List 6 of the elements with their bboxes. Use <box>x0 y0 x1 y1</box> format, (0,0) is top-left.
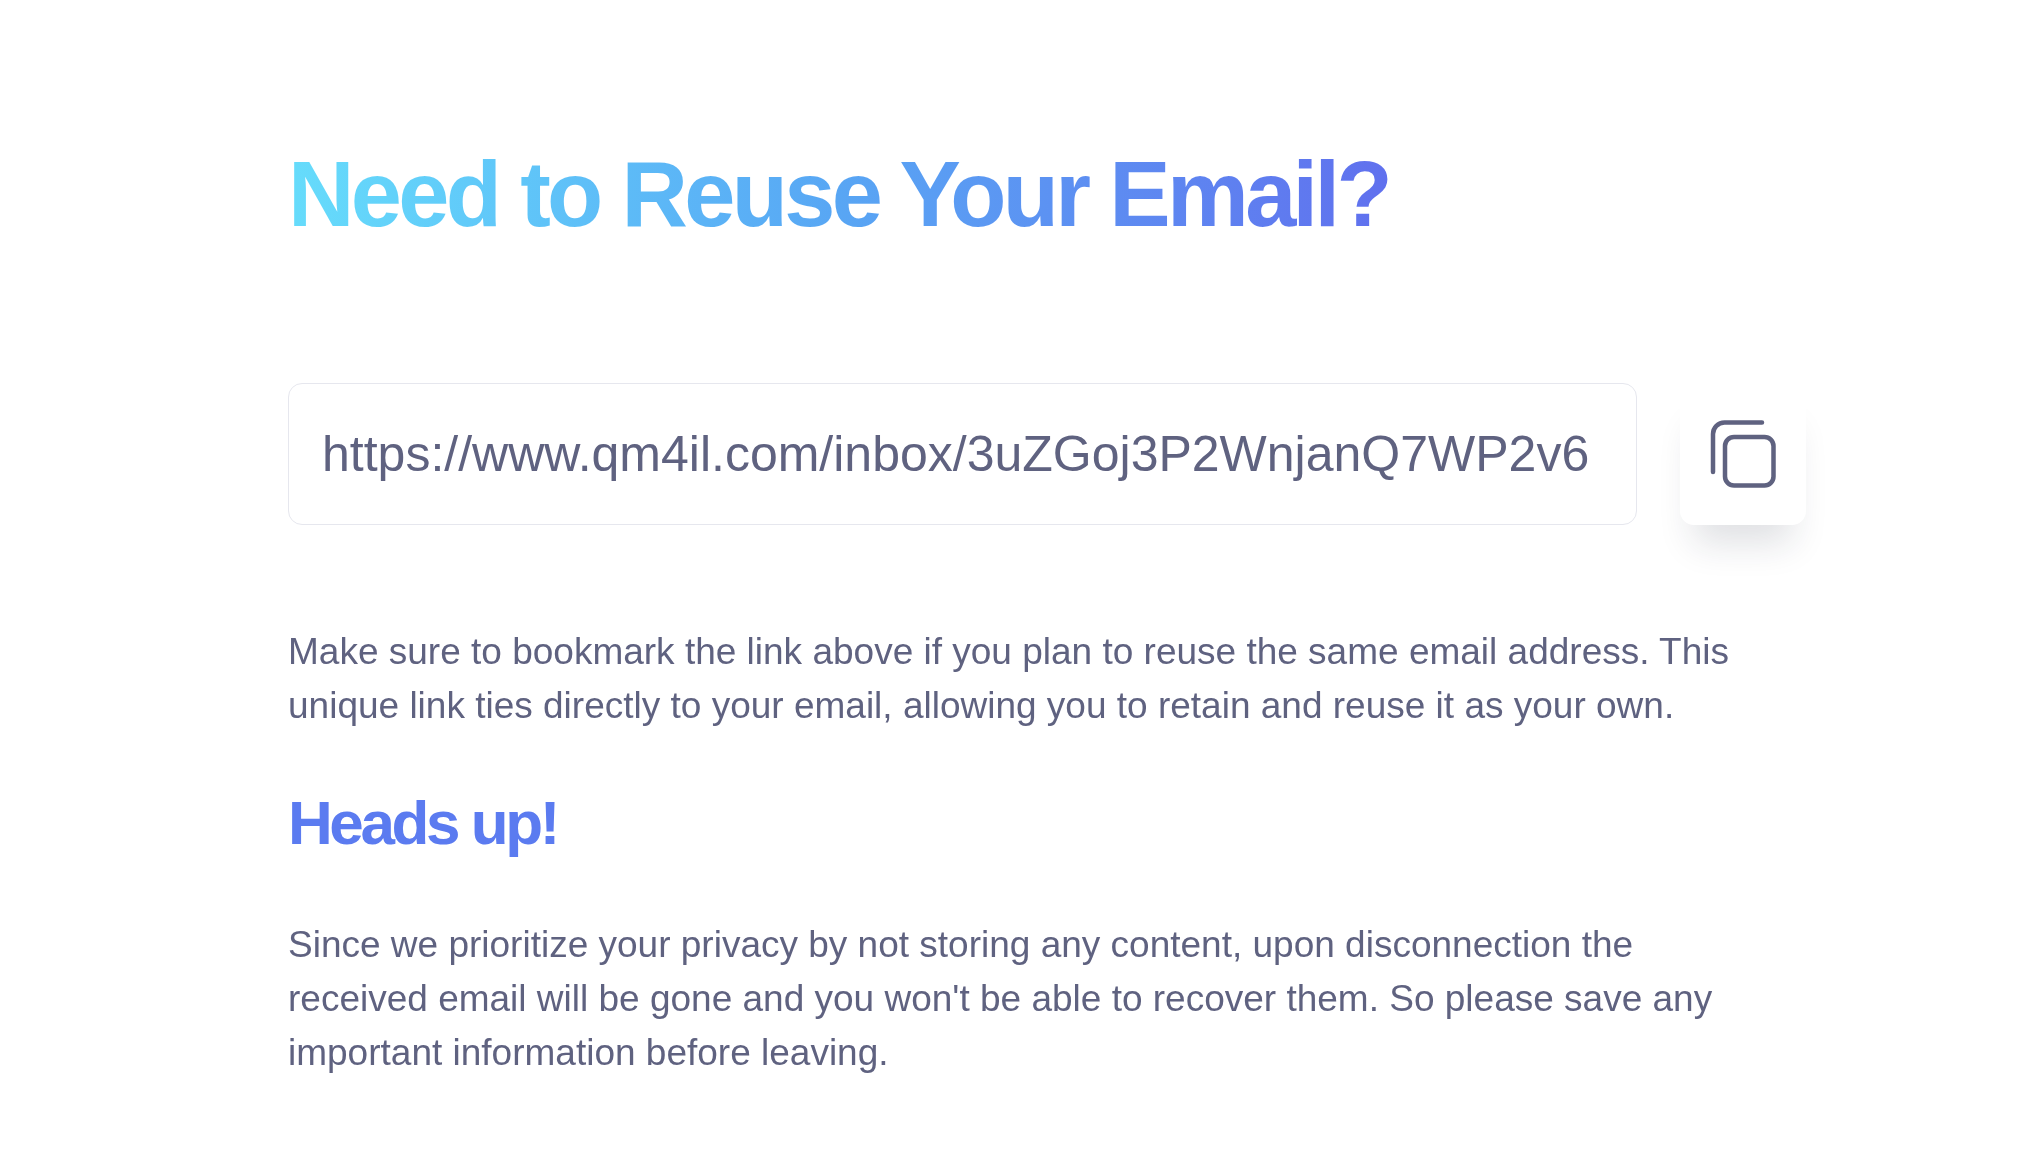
copy-icon <box>1710 420 1776 488</box>
link-field[interactable]: https://www.qm4il.com/inbox/3uZGoj3P2WnjanQ7WP2v6 <box>288 383 1637 525</box>
copy-button[interactable] <box>1680 383 1806 525</box>
notice-paragraph: Since we prioritize your privacy by not storing any content, upon disconnection the received email will be gone and you won't be able to recover them. So please save any important information before leaving. <box>288 923 1714 1076</box>
intro-paragraph: Make sure to bookmark the link above if you plan to reuse the same email address. This unique link ties directly to your email, allowing you to retain and reuse it as your own. <box>288 630 1730 728</box>
notice-heading: Heads up! <box>288 787 558 859</box>
